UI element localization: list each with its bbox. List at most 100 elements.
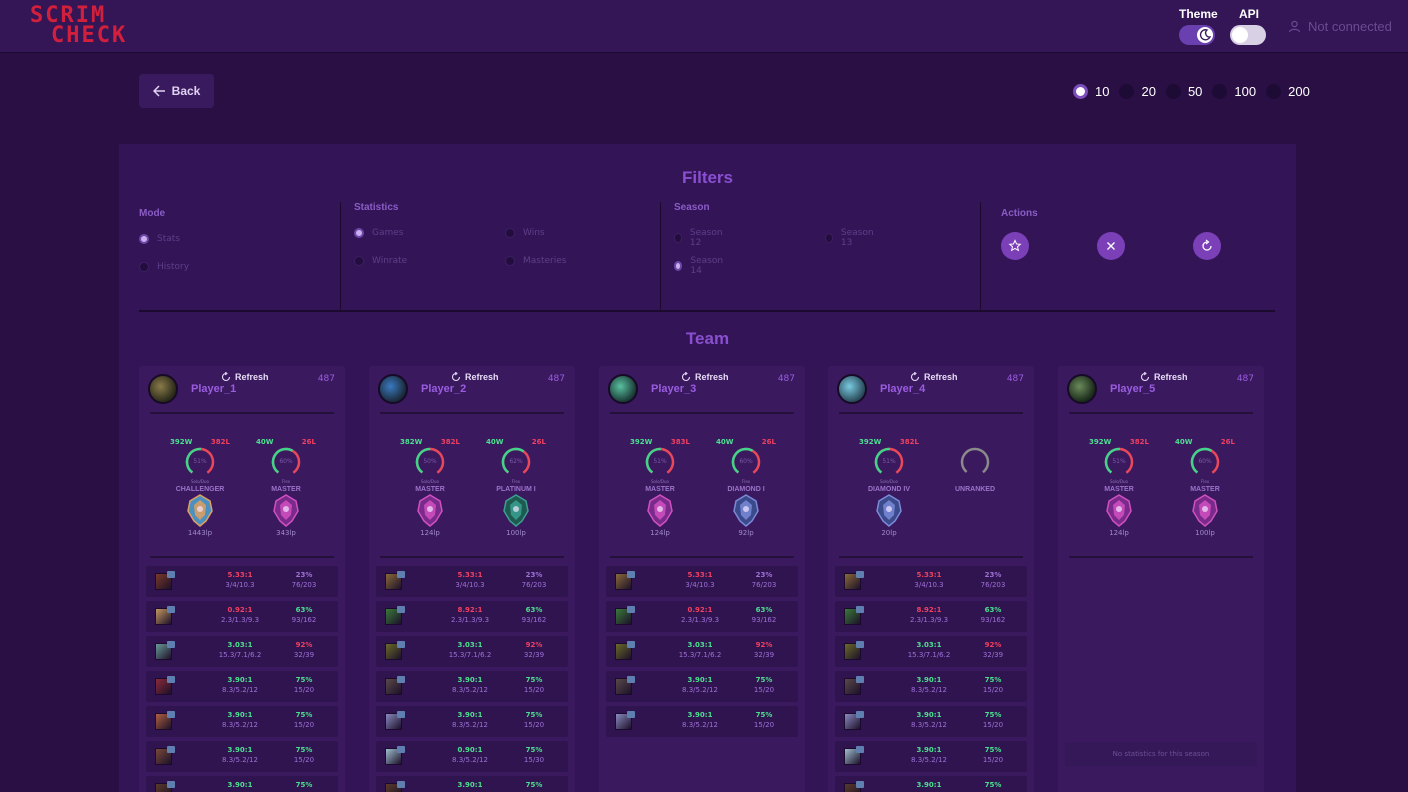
- flex-rank: 40W 26L 60% Flex DIAMOND I 92lp: [711, 438, 781, 548]
- kda-line: 15.3/7.1/6.2: [907, 651, 951, 659]
- champion-games: 15/20: [523, 686, 545, 694]
- champion-row[interactable]: 8.92:1 2.3/1.3/9.3 63% 93/162: [376, 601, 568, 632]
- top-bar: SCRIM CHECK Theme API Not connected: [0, 0, 1408, 53]
- avatar[interactable]: [608, 374, 638, 404]
- no-stats-message: No statistics for this season: [1065, 742, 1257, 766]
- back-button[interactable]: Back: [139, 74, 214, 108]
- radio-button[interactable]: [139, 262, 149, 272]
- player-name[interactable]: Player_2: [421, 383, 466, 395]
- champion-games: 15/20: [293, 721, 315, 729]
- player-name[interactable]: Player_4: [880, 383, 925, 395]
- champion-row[interactable]: 3.90:1 8.3/5.2/12 75% 15/20: [146, 706, 338, 737]
- star-action-button[interactable]: [1001, 232, 1029, 260]
- count-label: 200: [1288, 84, 1310, 99]
- kda-ratio: 8.92:1: [457, 606, 483, 614]
- kda-ratio: 3.90:1: [457, 781, 483, 789]
- radio-button[interactable]: [139, 234, 149, 244]
- logo[interactable]: SCRIM CHECK: [30, 5, 152, 47]
- champion-row[interactable]: 3.90:1 8.3/5.2/12 75% 15/20: [606, 671, 798, 702]
- filter-option-winrate[interactable]: Winrate: [354, 256, 407, 266]
- filter-option-season-14[interactable]: Season 14: [674, 256, 725, 276]
- champion-row[interactable]: 0.92:1 2.3/1.3/9.3 63% 93/162: [146, 601, 338, 632]
- player-name[interactable]: Player_1: [191, 383, 236, 395]
- filter-option-label: Season 12: [689, 228, 723, 248]
- role-badge-icon: [167, 606, 175, 613]
- radio-button[interactable]: [1266, 84, 1282, 99]
- champion-row[interactable]: 3.90:1 8.3/5.2/12 75% 15/20: [835, 706, 1027, 737]
- radio-button[interactable]: [825, 233, 833, 243]
- theme-toggle[interactable]: [1179, 25, 1215, 45]
- player-name[interactable]: Player_3: [651, 383, 696, 395]
- count-option-50[interactable]: 50: [1165, 84, 1202, 99]
- radio-button[interactable]: [1212, 84, 1228, 99]
- role-badge-icon: [167, 571, 175, 578]
- champion-row[interactable]: 3.90:1 8.3/5.2/12 75% 15/20: [835, 671, 1027, 702]
- refresh-button[interactable]: Refresh: [681, 372, 729, 382]
- refresh-action-button[interactable]: [1193, 232, 1221, 260]
- radio-button[interactable]: [1165, 84, 1181, 99]
- avatar[interactable]: [837, 374, 867, 404]
- champion-row[interactable]: 5.33:1 3/4/10.3 23% 76/203: [376, 566, 568, 597]
- filter-option-wins[interactable]: Wins: [505, 228, 545, 238]
- champion-winrate: 23%: [984, 571, 1002, 579]
- champion-row[interactable]: 3.90:1 75%: [376, 776, 568, 792]
- player-name[interactable]: Player_5: [1110, 383, 1155, 395]
- kda-ratio: 5.33:1: [457, 571, 483, 579]
- close-action-button[interactable]: [1097, 232, 1125, 260]
- diamond-emblem-icon: [875, 493, 903, 527]
- user-status[interactable]: Not connected: [1288, 19, 1392, 34]
- champion-row[interactable]: 3.90:1 8.3/5.2/12 75% 15/20: [835, 741, 1027, 772]
- filter-option-stats[interactable]: Stats: [139, 234, 180, 244]
- platinum-emblem-icon: [502, 493, 530, 527]
- api-toggle[interactable]: [1230, 25, 1266, 45]
- radio-button[interactable]: [674, 261, 683, 271]
- refresh-button[interactable]: Refresh: [910, 372, 958, 382]
- avatar[interactable]: [148, 374, 178, 404]
- refresh-button[interactable]: Refresh: [221, 372, 269, 382]
- radio-button[interactable]: [1073, 84, 1088, 99]
- refresh-button[interactable]: Refresh: [1140, 372, 1188, 382]
- radio-button[interactable]: [354, 228, 364, 238]
- champion-row[interactable]: 3.90:1 8.3/5.2/12 75% 15/20: [376, 706, 568, 737]
- kda-line: 2.3/1.3/9.3: [909, 616, 949, 624]
- champion-row[interactable]: 3.90:1 75%: [146, 776, 338, 792]
- champion-row[interactable]: 3.90:1 8.3/5.2/12 75% 15/20: [146, 741, 338, 772]
- theme-label: Theme: [1179, 7, 1218, 21]
- avatar[interactable]: [1067, 374, 1097, 404]
- champion-row[interactable]: 3.90:1 75%: [835, 776, 1027, 792]
- radio-button[interactable]: [1119, 84, 1135, 99]
- filter-option-masteries[interactable]: Masteries: [505, 256, 566, 266]
- champion-row[interactable]: 0.92:1 2.3/1.3/9.3 63% 93/162: [606, 601, 798, 632]
- champion-winrate: 75%: [525, 746, 543, 754]
- champion-row[interactable]: 5.33:1 3/4/10.3 23% 76/203: [835, 566, 1027, 597]
- radio-button[interactable]: [505, 228, 515, 238]
- count-option-10[interactable]: 10: [1073, 84, 1109, 99]
- filter-option-history[interactable]: History: [139, 262, 189, 272]
- count-option-200[interactable]: 200: [1266, 84, 1310, 99]
- champion-row[interactable]: 3.03:1 15.3/7.1/6.2 92% 32/39: [606, 636, 798, 667]
- refresh-button[interactable]: Refresh: [451, 372, 499, 382]
- champion-row[interactable]: 8.92:1 2.3/1.3/9.3 63% 93/162: [835, 601, 1027, 632]
- radio-button[interactable]: [674, 233, 682, 243]
- kda-ratio: 3.90:1: [916, 746, 942, 754]
- champion-row[interactable]: 0.90:1 8.3/5.2/12 75% 15/30: [376, 741, 568, 772]
- radio-button[interactable]: [354, 256, 364, 266]
- champion-winrate: 63%: [755, 606, 773, 614]
- champion-row[interactable]: 3.03:1 15.3/7.1/6.2 92% 32/39: [146, 636, 338, 667]
- radio-button[interactable]: [505, 256, 515, 266]
- champion-row[interactable]: 3.03:1 15.3/7.1/6.2 92% 32/39: [376, 636, 568, 667]
- champion-row[interactable]: 3.90:1 8.3/5.2/12 75% 15/20: [376, 671, 568, 702]
- filter-option-games[interactable]: Games: [354, 228, 403, 238]
- count-option-20[interactable]: 20: [1119, 84, 1156, 99]
- champion-row[interactable]: 3.90:1 8.3/5.2/12 75% 15/20: [606, 706, 798, 737]
- champion-winrate: 75%: [295, 711, 313, 719]
- filter-option-season-12[interactable]: Season 12: [674, 228, 725, 248]
- champion-row[interactable]: 3.90:1 8.3/5.2/12 75% 15/20: [146, 671, 338, 702]
- avatar[interactable]: [378, 374, 408, 404]
- champion-games: 15/20: [982, 721, 1004, 729]
- filter-option-season-13[interactable]: Season 13: [825, 228, 876, 248]
- count-option-100[interactable]: 100: [1212, 84, 1256, 99]
- champion-row[interactable]: 5.33:1 3/4/10.3 23% 76/203: [146, 566, 338, 597]
- champion-row[interactable]: 3.03:1 15.3/7.1/6.2 92% 32/39: [835, 636, 1027, 667]
- champion-row[interactable]: 5.33:1 3/4/10.3 23% 76/203: [606, 566, 798, 597]
